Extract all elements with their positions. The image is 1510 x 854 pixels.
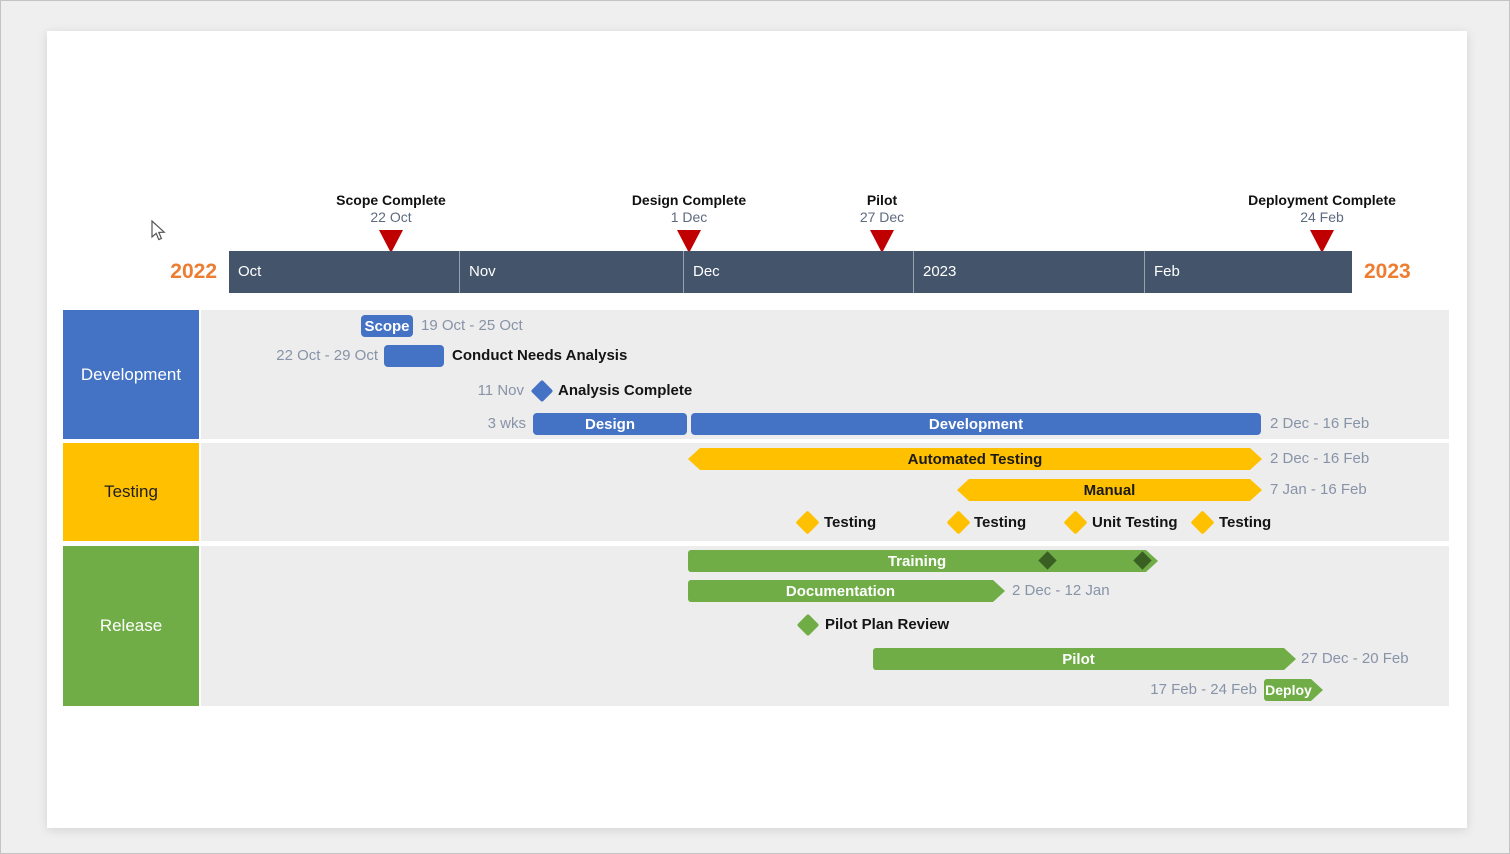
year-label-left: 2022 bbox=[141, 258, 217, 286]
task-bar-label: Development bbox=[929, 416, 1023, 433]
milestone-title: Pilot bbox=[762, 192, 1002, 208]
milestone-flag-deployment-complete[interactable]: Deployment Complete 24 Feb bbox=[1202, 192, 1442, 225]
milestone-name: Unit Testing bbox=[1092, 512, 1178, 534]
band-month-nov: Nov bbox=[459, 251, 683, 293]
task-bar-label: Automated Testing bbox=[908, 451, 1043, 468]
milestone-date: 11 Nov bbox=[421, 380, 524, 402]
task-date: 22 Oct - 29 Oct bbox=[241, 345, 378, 367]
lane-label-text: Development bbox=[81, 365, 181, 385]
task-bar-design[interactable]: Design bbox=[533, 413, 687, 435]
task-bar-manual[interactable]: Manual bbox=[957, 479, 1262, 501]
milestone-name: Pilot Plan Review bbox=[825, 614, 949, 636]
task-date: 2 Dec - 12 Jan bbox=[1012, 580, 1110, 602]
milestone-title: Deployment Complete bbox=[1202, 192, 1442, 208]
band-month-jan-2023: 2023 bbox=[913, 251, 1144, 293]
task-duration: 3 wks bbox=[431, 413, 526, 435]
lane-label-development[interactable]: Development bbox=[63, 310, 199, 439]
mouse-cursor-icon bbox=[150, 220, 166, 242]
lane-label-release[interactable]: Release bbox=[63, 546, 199, 706]
task-bar-label: Design bbox=[585, 416, 635, 433]
milestone-marker-icon[interactable] bbox=[379, 230, 403, 253]
task-bar-scope[interactable]: Scope bbox=[361, 315, 413, 337]
lane-label-text: Release bbox=[100, 616, 162, 636]
lane-label-text: Testing bbox=[104, 482, 158, 502]
band-month-dec: Dec bbox=[683, 251, 913, 293]
task-bar-label: Deploy bbox=[1265, 682, 1312, 698]
milestone-name: Testing bbox=[1219, 512, 1271, 534]
task-date: 19 Oct - 25 Oct bbox=[421, 315, 523, 337]
year-label-right: 2023 bbox=[1364, 258, 1444, 286]
task-date: 2 Dec - 16 Feb bbox=[1270, 413, 1369, 435]
task-bar-training[interactable]: Training bbox=[688, 550, 1158, 572]
task-bar-deploy[interactable]: Deploy bbox=[1264, 679, 1323, 701]
task-bar-label: Scope bbox=[364, 318, 409, 335]
task-date: 27 Dec - 20 Feb bbox=[1301, 648, 1409, 670]
task-bar-automated-testing[interactable]: Automated Testing bbox=[688, 448, 1262, 470]
task-bar-development[interactable]: Development bbox=[691, 413, 1261, 435]
milestone-name: Analysis Complete bbox=[558, 380, 692, 402]
task-date: 17 Feb - 24 Feb bbox=[1101, 679, 1257, 701]
milestone-marker-icon[interactable] bbox=[870, 230, 894, 253]
lane-label-testing[interactable]: Testing bbox=[63, 443, 199, 541]
task-date: 7 Jan - 16 Feb bbox=[1270, 479, 1367, 501]
task-bar-conduct-needs-analysis[interactable] bbox=[384, 345, 444, 367]
milestone-date: 27 Dec bbox=[762, 209, 1002, 225]
task-bar-label: Training bbox=[888, 553, 946, 570]
task-bar-documentation[interactable]: Documentation bbox=[688, 580, 1005, 602]
task-bar-label: Pilot bbox=[1062, 651, 1095, 668]
milestone-name: Testing bbox=[974, 512, 1026, 534]
milestone-title: Scope Complete bbox=[271, 192, 511, 208]
band-month-feb: Feb bbox=[1144, 251, 1352, 293]
band-month-oct: Oct bbox=[229, 251, 459, 293]
milestone-marker-icon[interactable] bbox=[1310, 230, 1334, 253]
milestone-date: 24 Feb bbox=[1202, 209, 1442, 225]
milestone-marker-icon[interactable] bbox=[677, 230, 701, 253]
task-date: 2 Dec - 16 Feb bbox=[1270, 448, 1369, 470]
timeline-canvas: Scope Complete 22 Oct Design Complete 1 … bbox=[0, 0, 1510, 854]
milestone-flag-scope-complete[interactable]: Scope Complete 22 Oct bbox=[271, 192, 511, 225]
milestone-flag-pilot[interactable]: Pilot 27 Dec bbox=[762, 192, 1002, 225]
milestone-name: Testing bbox=[824, 512, 876, 534]
timescale-band: Oct Nov Dec 2023 Feb bbox=[229, 251, 1352, 293]
milestone-date: 22 Oct bbox=[271, 209, 511, 225]
task-bar-label: Documentation bbox=[786, 583, 895, 600]
task-bar-label: Manual bbox=[1084, 482, 1136, 499]
task-bar-pilot[interactable]: Pilot bbox=[873, 648, 1296, 670]
task-name: Conduct Needs Analysis bbox=[452, 345, 627, 367]
